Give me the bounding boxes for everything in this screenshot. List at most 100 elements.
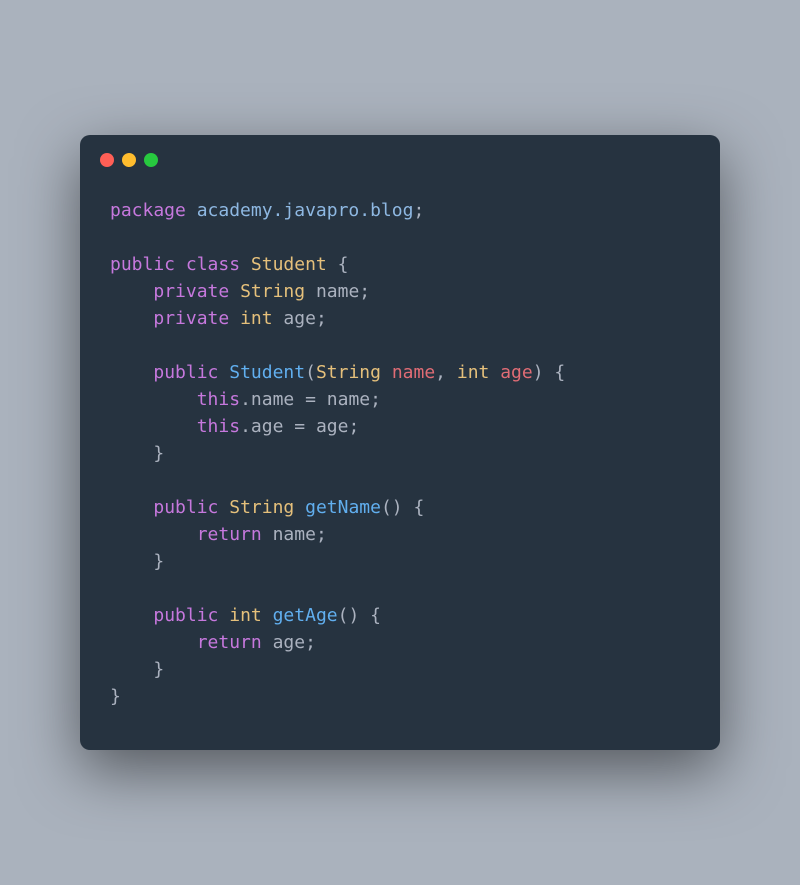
- code-line-5: private int age;: [110, 308, 327, 329]
- indent: [110, 416, 197, 437]
- equals: =: [294, 389, 327, 410]
- value: name: [273, 524, 316, 545]
- param-type-string: String: [316, 362, 381, 383]
- title-bar: [80, 135, 720, 177]
- semicolon: ;: [316, 308, 327, 329]
- indent: [110, 605, 153, 626]
- keyword-return: return: [197, 632, 262, 653]
- code-line-16: public int getAge() {: [110, 605, 381, 626]
- field-name: age: [251, 416, 284, 437]
- space: [381, 362, 392, 383]
- return-type-string: String: [229, 497, 294, 518]
- keyword-return: return: [197, 524, 262, 545]
- space: [262, 605, 273, 626]
- space: [294, 497, 305, 518]
- keyword-class: class: [186, 254, 240, 275]
- code-line-19: }: [110, 686, 121, 707]
- indent: [110, 551, 153, 572]
- open-brace: {: [544, 362, 566, 383]
- close-button[interactable]: [100, 153, 114, 167]
- open-brace: {: [359, 605, 381, 626]
- param-type-int: int: [457, 362, 490, 383]
- code-area: package academy.javapro.blog; public cla…: [80, 177, 720, 750]
- param-name: age: [500, 362, 533, 383]
- class-name: Student: [251, 254, 327, 275]
- minimize-button[interactable]: [122, 153, 136, 167]
- field-name: name: [251, 389, 294, 410]
- indent: [110, 524, 197, 545]
- code-line-12: public String getName() {: [110, 497, 424, 518]
- keyword-this: this: [197, 389, 240, 410]
- rparen: ): [533, 362, 544, 383]
- code-line-8: this.name = name;: [110, 389, 381, 410]
- space: [229, 281, 240, 302]
- dot: .: [240, 416, 251, 437]
- space: [175, 254, 186, 275]
- keyword-public: public: [153, 362, 218, 383]
- field-name: name: [316, 281, 359, 302]
- constructor-name: Student: [229, 362, 305, 383]
- code-line-14: }: [110, 551, 164, 572]
- semicolon: ;: [348, 416, 359, 437]
- return-type-int: int: [229, 605, 262, 626]
- indent: [110, 659, 153, 680]
- space: [489, 362, 500, 383]
- close-brace: }: [153, 443, 164, 464]
- lparen: (: [305, 362, 316, 383]
- space: [229, 308, 240, 329]
- code-line-4: private String name;: [110, 281, 370, 302]
- indent: [110, 497, 153, 518]
- keyword-private: private: [153, 281, 229, 302]
- close-brace: }: [110, 686, 121, 707]
- indent: [110, 632, 197, 653]
- code-line-9: this.age = age;: [110, 416, 359, 437]
- type-string: String: [240, 281, 305, 302]
- keyword-public: public: [153, 497, 218, 518]
- keyword-public: public: [153, 605, 218, 626]
- space: [273, 308, 284, 329]
- value: age: [273, 632, 306, 653]
- close-brace: }: [153, 659, 164, 680]
- keyword-private: private: [153, 308, 229, 329]
- type-int: int: [240, 308, 273, 329]
- semicolon: ;: [370, 389, 381, 410]
- code-line-10: }: [110, 443, 164, 464]
- comma: ,: [435, 362, 457, 383]
- code-line-18: }: [110, 659, 164, 680]
- value: name: [327, 389, 370, 410]
- indent: [110, 362, 153, 383]
- semicolon: ;: [413, 200, 424, 221]
- method-name: getName: [305, 497, 381, 518]
- method-name: getAge: [273, 605, 338, 626]
- space: [218, 362, 229, 383]
- indent: [110, 389, 197, 410]
- code-line-17: return age;: [110, 632, 316, 653]
- code-line-1: package academy.javapro.blog;: [110, 200, 424, 221]
- parens: (): [381, 497, 403, 518]
- open-brace: {: [403, 497, 425, 518]
- dot: .: [240, 389, 251, 410]
- code-line-13: return name;: [110, 524, 327, 545]
- indent: [110, 308, 153, 329]
- value: age: [316, 416, 349, 437]
- semicolon: ;: [359, 281, 370, 302]
- semicolon: ;: [316, 524, 327, 545]
- keyword-package: package: [110, 200, 186, 221]
- open-brace: {: [327, 254, 349, 275]
- semicolon: ;: [305, 632, 316, 653]
- code-window: package academy.javapro.blog; public cla…: [80, 135, 720, 750]
- maximize-button[interactable]: [144, 153, 158, 167]
- param-name: name: [392, 362, 435, 383]
- space: [218, 605, 229, 626]
- equals: =: [283, 416, 316, 437]
- space: [305, 281, 316, 302]
- indent: [110, 281, 153, 302]
- indent: [110, 443, 153, 464]
- space: [262, 524, 273, 545]
- code-line-7: public Student(String name, int age) {: [110, 362, 565, 383]
- space: [262, 632, 273, 653]
- keyword-this: this: [197, 416, 240, 437]
- parens: (): [338, 605, 360, 626]
- field-name: age: [283, 308, 316, 329]
- keyword-public: public: [110, 254, 175, 275]
